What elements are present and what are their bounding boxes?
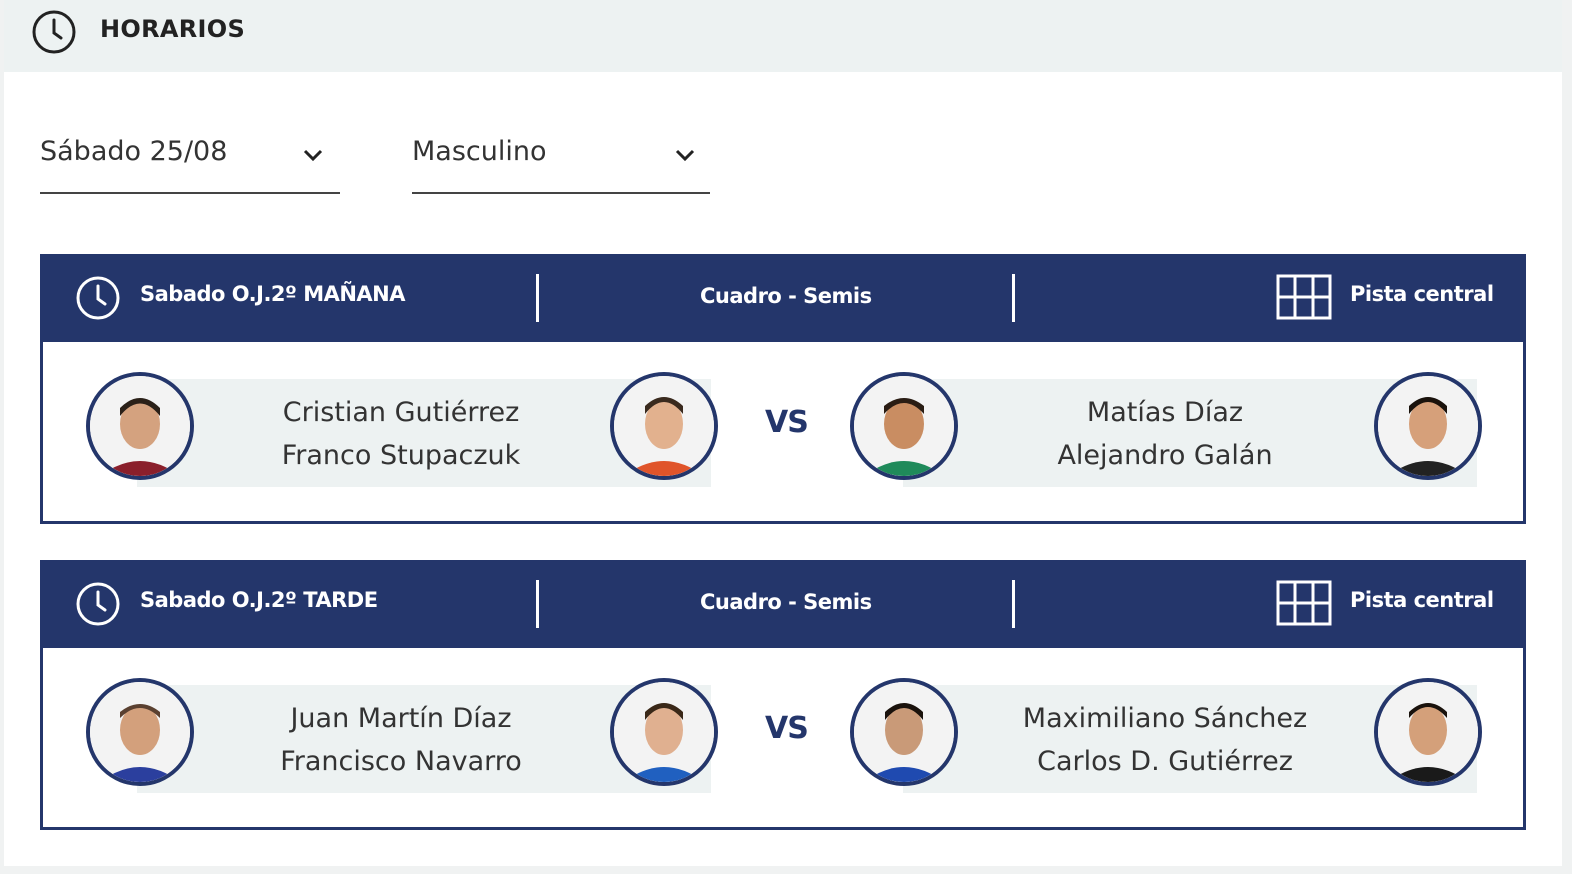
schedule-panel: HORARIOS Sábado 25/08 Masculino Sabado O… <box>4 0 1562 866</box>
match-header: Sabado O.J.2º TARDE Cuadro - Semis Pista… <box>40 560 1526 648</box>
clock-icon <box>76 582 120 626</box>
date-select-value: Sábado 25/08 <box>40 136 228 167</box>
vs-label: VS <box>765 711 809 746</box>
avatar <box>610 678 718 786</box>
avatar <box>1374 372 1482 480</box>
match-header: Sabado O.J.2º MAÑANA Cuadro - Semis Pist… <box>40 254 1526 342</box>
court-icon <box>1276 274 1332 320</box>
page-title: HORARIOS <box>100 15 246 43</box>
date-select[interactable]: Sábado 25/08 <box>40 118 340 194</box>
clock-icon <box>32 10 76 54</box>
court-icon <box>1276 580 1332 626</box>
header-divider <box>536 580 539 628</box>
team-1-names: Juan Martín Díaz Francisco Navarro <box>231 697 571 783</box>
clock-icon <box>76 276 120 320</box>
match-time: Sabado O.J.2º MAÑANA <box>140 282 406 306</box>
category-select-value: Masculino <box>412 136 547 167</box>
chevron-down-icon <box>675 149 695 162</box>
player-name[interactable]: Matías Díaz <box>995 391 1335 434</box>
player-name[interactable]: Juan Martín Díaz <box>231 697 571 740</box>
match-time: Sabado O.J.2º TARDE <box>140 588 378 612</box>
schedule-header: HORARIOS <box>4 0 1562 72</box>
match-card[interactable]: Sabado O.J.2º TARDE Cuadro - Semis Pista… <box>40 560 1526 830</box>
avatar <box>850 678 958 786</box>
player-name[interactable]: Francisco Navarro <box>231 740 571 783</box>
player-name[interactable]: Maximiliano Sánchez <box>995 697 1335 740</box>
player-name[interactable]: Carlos D. Gutiérrez <box>995 740 1335 783</box>
team-1-names: Cristian Gutiérrez Franco Stupaczuk <box>231 391 571 477</box>
match-card[interactable]: Sabado O.J.2º MAÑANA Cuadro - Semis Pist… <box>40 254 1526 524</box>
avatar <box>86 678 194 786</box>
player-name[interactable]: Alejandro Galán <box>995 434 1335 477</box>
player-name[interactable]: Cristian Gutiérrez <box>231 391 571 434</box>
header-divider <box>536 274 539 322</box>
match-round: Cuadro - Semis <box>700 590 872 614</box>
team-2-names: Maximiliano Sánchez Carlos D. Gutiérrez <box>995 697 1335 783</box>
avatar <box>1374 678 1482 786</box>
header-divider <box>1012 274 1015 322</box>
avatar <box>610 372 718 480</box>
match-court: Pista central <box>1350 282 1494 306</box>
chevron-down-icon <box>303 149 323 162</box>
team-2-names: Matías Díaz Alejandro Galán <box>995 391 1335 477</box>
avatar <box>850 372 958 480</box>
player-name[interactable]: Franco Stupaczuk <box>231 434 571 477</box>
match-round: Cuadro - Semis <box>700 284 872 308</box>
vs-label: VS <box>765 405 809 440</box>
match-court: Pista central <box>1350 588 1494 612</box>
header-divider <box>1012 580 1015 628</box>
avatar <box>86 372 194 480</box>
category-select[interactable]: Masculino <box>412 118 710 194</box>
